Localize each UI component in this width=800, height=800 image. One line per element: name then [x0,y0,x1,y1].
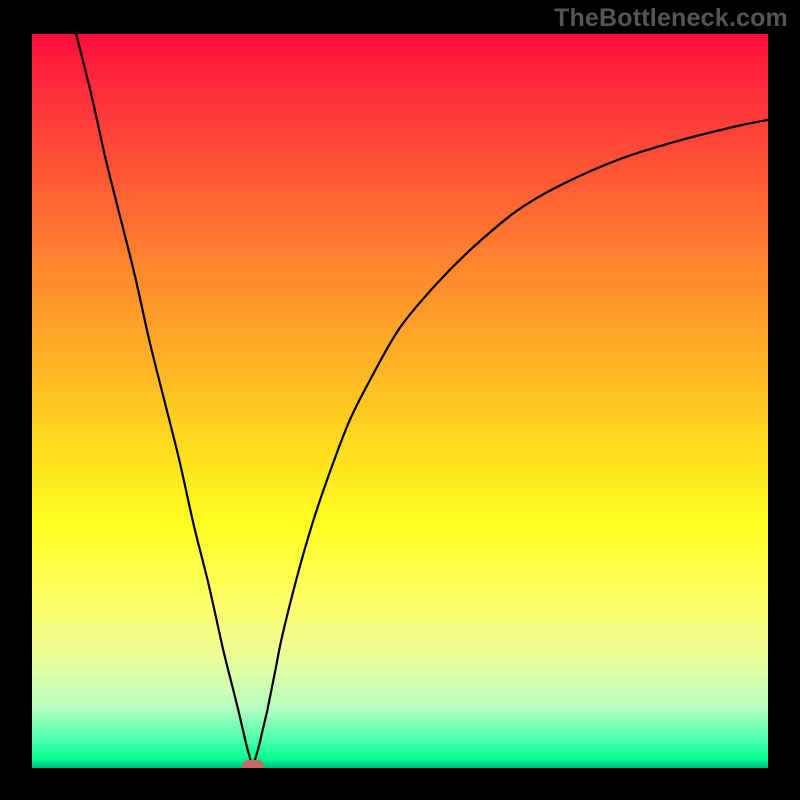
curve-line [32,34,768,768]
plot-area [32,34,768,768]
minimum-marker [242,760,264,768]
watermark-text: TheBottleneck.com [554,4,788,33]
chart-frame: TheBottleneck.com [0,0,800,800]
